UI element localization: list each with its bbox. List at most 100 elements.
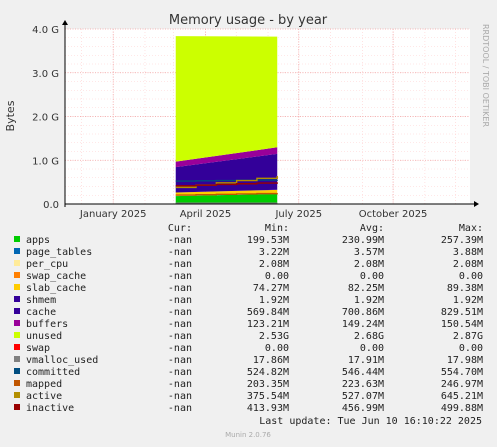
legend-min-swap-cache: 0.00 [265,271,289,282]
legend-cur-page-tables: -nan [168,247,192,258]
legend-cur-shmem: -nan [168,295,192,306]
legend-min-vmalloc-used: 17.86M [253,355,289,366]
legend-swatch-shmem [14,296,20,302]
legend-name-swap-cache: swap_cache [26,271,86,282]
legend-name-mapped: mapped [26,379,62,390]
legend-header-min: Min: [265,223,289,234]
legend-name-unused: unused [26,331,62,342]
legend-header-avg: Avg: [360,223,384,234]
legend-swatch-inactive [14,404,20,410]
y-tick-label: 4.0 G [32,25,59,36]
legend-avg-committed: 546.44M [342,367,384,378]
legend-cur-inactive: -nan [168,403,192,414]
legend-min-mapped: 203.35M [247,379,289,390]
legend-swatch-committed [14,368,20,374]
legend-name-buffers: buffers [26,319,68,330]
legend-cur-swap-cache: -nan [168,271,192,282]
legend-cur-per-cpu: -nan [168,259,192,270]
legend-max-mapped: 246.97M [441,379,483,390]
legend-cur-mapped: -nan [168,379,192,390]
legend-swatch-apps [14,236,20,242]
legend-name-shmem: shmem [26,295,56,306]
legend-avg-cache: 700.86M [342,307,384,318]
legend-avg-inactive: 456.99M [342,403,384,414]
legend-swatch-slab-cache [14,284,20,290]
legend-avg-apps: 230.99M [342,235,384,246]
legend-avg-per-cpu: 2.08M [354,259,384,270]
legend-name-cache: cache [26,307,56,318]
x-tick-label: January 2025 [79,209,147,220]
area-unused [175,36,278,162]
legend-swatch-swap-cache [14,272,20,278]
rrdtool-credit: RRDTOOL / TOBI OETIKER [481,24,490,127]
legend-name-per-cpu: per_cpu [26,259,68,270]
legend-avg-unused: 2.68G [354,331,384,342]
legend-cur-swap: -nan [168,343,192,354]
legend-min-committed: 524.82M [247,367,289,378]
munin-version: Munin 2.0.76 [225,431,271,439]
legend-min-shmem: 1.92M [259,295,289,306]
legend-avg-active: 527.07M [342,391,384,402]
legend-header-max: Max: [459,223,483,234]
legend-max-unused: 2.87G [453,331,483,342]
legend-name-vmalloc-used: vmalloc_used [26,355,98,366]
legend-avg-swap: 0.00 [360,343,384,354]
legend-max-shmem: 1.92M [453,295,483,306]
legend-swatch-vmalloc-used [14,356,20,362]
legend-max-buffers: 150.54M [441,319,483,330]
y-axis-label: Bytes [4,100,17,131]
legend-name-swap: swap [26,343,50,354]
legend-swatch-per-cpu [14,260,20,266]
legend-min-unused: 2.53G [259,331,289,342]
legend-swatch-page-tables [14,248,20,254]
y-tick-label: 2.0 G [32,113,59,124]
legend-name-active: active [26,391,62,402]
legend-min-inactive: 413.93M [247,403,289,414]
legend-max-vmalloc-used: 17.98M [447,355,483,366]
legend-name-inactive: inactive [26,403,74,414]
y-tick-label: 1.0 G [32,156,59,167]
legend-avg-shmem: 1.92M [354,295,384,306]
x-tick-label: April 2025 [180,209,231,220]
legend-min-apps: 199.53M [247,235,289,246]
legend-swatch-buffers [14,320,20,326]
legend-max-inactive: 499.88M [441,403,483,414]
legend-min-cache: 569.84M [247,307,289,318]
legend-max-active: 645.21M [441,391,483,402]
legend-swatch-swap [14,344,20,350]
legend-min-buffers: 123.21M [247,319,289,330]
x-tick-label: October 2025 [359,209,428,220]
legend-cur-apps: -nan [168,235,192,246]
legend-min-per-cpu: 2.08M [259,259,289,270]
chart-title: Memory usage - by year [169,13,328,28]
legend-max-page-tables: 3.88M [453,247,483,258]
legend-avg-vmalloc-used: 17.91M [348,355,384,366]
legend-max-swap-cache: 0.00 [459,271,483,282]
legend-cur-active: -nan [168,391,192,402]
legend-cur-cache: -nan [168,307,192,318]
legend-cur-committed: -nan [168,367,192,378]
legend-swatch-cache [14,308,20,314]
legend-cur-unused: -nan [168,331,192,342]
legend-swatch-mapped [14,380,20,386]
legend-max-slab-cache: 89.38M [447,283,483,294]
legend-max-committed: 554.70M [441,367,483,378]
legend-avg-swap-cache: 0.00 [360,271,384,282]
legend-min-page-tables: 3.22M [259,247,289,258]
legend-max-swap: 0.00 [459,343,483,354]
legend-cur-buffers: -nan [168,319,192,330]
munin-memory-graph: 0.0 1.0 G 2.0 G 3.0 G 4.0 G January 2025 Apri… [0,0,497,443]
legend-avg-buffers: 149.24M [342,319,384,330]
legend-min-swap: 0.00 [265,343,289,354]
y-tick-label: 0.0 [43,200,59,211]
last-update: Last update: Tue Jun 10 16:10:22 2025 [259,416,482,427]
legend-min-active: 375.54M [247,391,289,402]
legend-swatch-unused [14,332,20,338]
legend-max-per-cpu: 2.08M [453,259,483,270]
legend-name-slab-cache: slab_cache [26,283,86,294]
legend-avg-mapped: 223.63M [342,379,384,390]
legend-swatch-active [14,392,20,398]
legend-min-slab-cache: 74.27M [253,283,289,294]
legend-max-cache: 829.51M [441,307,483,318]
legend-name-apps: apps [26,235,50,246]
